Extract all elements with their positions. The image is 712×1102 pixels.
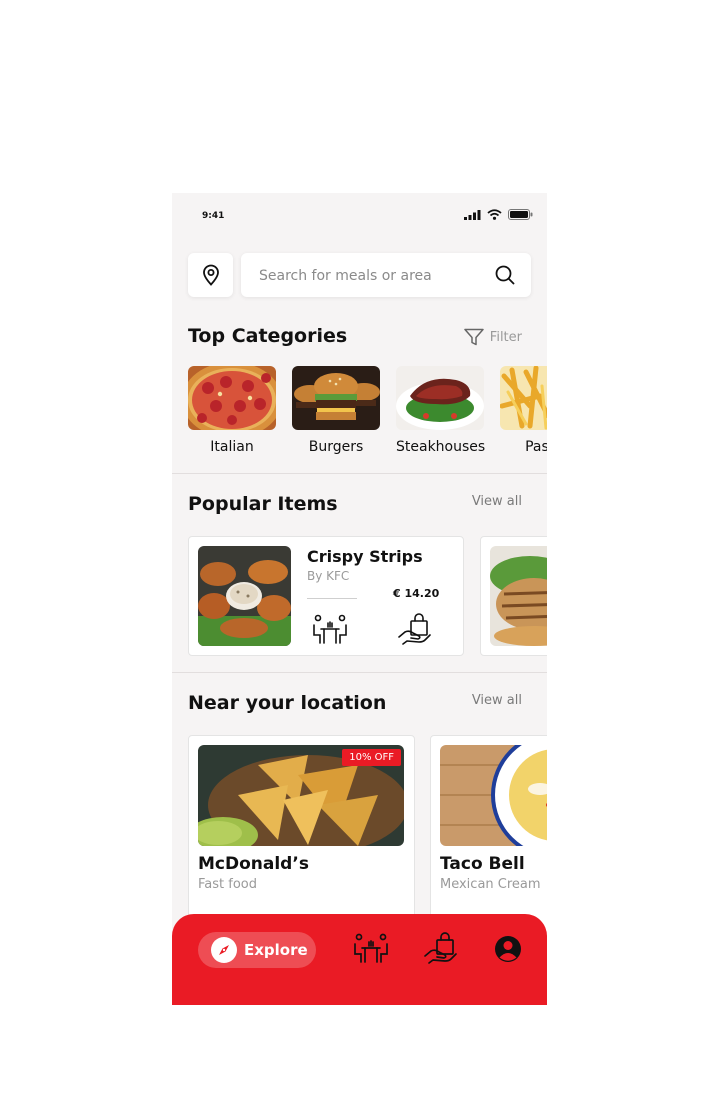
restaurant-cuisine: Mexican Cream bbox=[440, 877, 541, 892]
status-icons bbox=[464, 209, 533, 220]
category-label: Italian bbox=[210, 439, 254, 455]
restaurant-name: McDonald’s bbox=[198, 854, 309, 874]
status-time: 9:41 bbox=[202, 211, 225, 221]
section-divider bbox=[172, 473, 547, 474]
filter-icon bbox=[464, 328, 484, 346]
popular-item-name: Crispy Strips bbox=[307, 547, 423, 566]
search-icon[interactable] bbox=[495, 265, 515, 289]
category-label: Pasta bbox=[525, 439, 547, 455]
category-label: Steakhouses bbox=[396, 439, 486, 455]
compass-icon bbox=[211, 937, 237, 963]
popular-item-card[interactable]: Crispy Strips By KFC € 14.20 bbox=[188, 536, 464, 656]
grilled-chicken-image bbox=[490, 546, 547, 646]
popular-item-vendor: By KFC bbox=[307, 569, 350, 583]
ceviche-image bbox=[440, 745, 547, 846]
near-location-title: Near your location bbox=[188, 692, 387, 714]
location-button[interactable] bbox=[188, 253, 233, 297]
category-list: Italian Burgers Steakhouses Pas bbox=[188, 366, 547, 455]
category-italian[interactable]: Italian bbox=[188, 366, 276, 455]
pizza-image bbox=[188, 366, 276, 430]
explore-tab[interactable]: Explore bbox=[198, 932, 316, 968]
signal-icon bbox=[464, 209, 481, 220]
takeaway-icon[interactable] bbox=[423, 932, 459, 966]
popular-items-title: Popular Items bbox=[188, 493, 338, 515]
restaurant-cuisine: Fast food bbox=[198, 877, 257, 892]
section-divider bbox=[172, 672, 547, 673]
popular-item-separator bbox=[307, 598, 357, 599]
filter-label: Filter bbox=[489, 329, 522, 345]
burger-image bbox=[292, 366, 380, 430]
wifi-icon bbox=[487, 209, 502, 220]
nachos-image: 10% OFF bbox=[198, 745, 404, 846]
category-pasta[interactable]: Pasta bbox=[500, 366, 547, 455]
profile-icon[interactable] bbox=[494, 935, 522, 963]
popular-item-card[interactable] bbox=[480, 536, 547, 656]
popular-view-all-link[interactable]: View all bbox=[472, 494, 522, 509]
top-categories-title: Top Categories bbox=[188, 325, 348, 347]
filter-button[interactable]: Filter bbox=[464, 328, 522, 346]
category-label: Burgers bbox=[308, 439, 364, 455]
search-bar bbox=[241, 253, 531, 299]
dine-in-icon[interactable] bbox=[312, 613, 348, 645]
steak-image bbox=[396, 366, 484, 430]
near-view-all-link[interactable]: View all bbox=[472, 693, 522, 708]
crispy-strips-image bbox=[198, 546, 291, 646]
takeaway-icon[interactable] bbox=[397, 613, 433, 647]
battery-icon bbox=[508, 209, 533, 220]
restaurant-name: Taco Bell bbox=[440, 854, 525, 874]
bottom-navigation: Explore bbox=[172, 914, 547, 1005]
category-steakhouses[interactable]: Steakhouses bbox=[396, 366, 486, 455]
location-pin-icon bbox=[202, 264, 219, 286]
popular-item-price: € 14.20 bbox=[393, 587, 440, 600]
restaurant-card[interactable]: 10% OFF McDonald’s Fast food bbox=[188, 735, 415, 937]
dine-in-icon[interactable] bbox=[353, 932, 389, 964]
app-screen: 9:41 Top Catego bbox=[172, 193, 547, 1005]
restaurant-card[interactable]: Taco Bell Mexican Cream bbox=[430, 735, 547, 937]
discount-badge: 10% OFF bbox=[342, 749, 401, 766]
category-burgers[interactable]: Burgers bbox=[292, 366, 380, 455]
search-input[interactable] bbox=[257, 253, 491, 299]
fries-image bbox=[500, 366, 547, 430]
explore-label: Explore bbox=[244, 941, 308, 959]
